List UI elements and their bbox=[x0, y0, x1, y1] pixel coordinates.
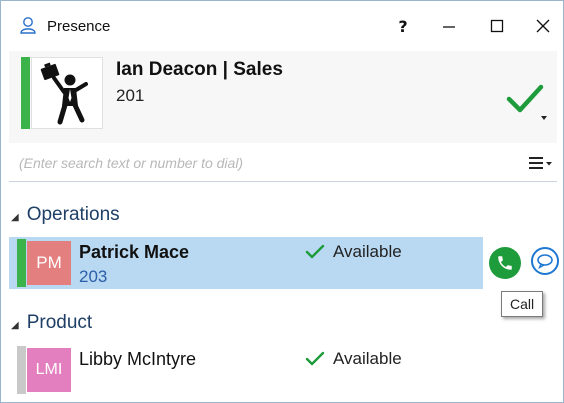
contact-name: Libby McIntyre bbox=[79, 349, 197, 369]
group-header-product[interactable]: ◢ Product bbox=[11, 310, 92, 336]
call-button[interactable] bbox=[489, 247, 521, 279]
person-outline-icon bbox=[20, 17, 36, 34]
hamburger-menu-icon bbox=[529, 157, 552, 169]
contact-row[interactable]: PM Patrick Mace 203 Available bbox=[9, 237, 559, 289]
avatar: LMI bbox=[27, 348, 71, 392]
checkmark-icon bbox=[305, 351, 325, 366]
maximize-button[interactable] bbox=[477, 9, 517, 43]
contact-actions bbox=[483, 237, 559, 289]
businessman-celebrating-icon bbox=[40, 62, 88, 125]
current-user-card: Ian Deacon | Sales 201 bbox=[9, 51, 557, 143]
title-bar: Presence ? bbox=[1, 1, 563, 45]
contact-status-bar bbox=[17, 346, 26, 394]
help-icon[interactable]: ? bbox=[383, 9, 423, 43]
contact-row[interactable]: LMI Libby McIntyre Available bbox=[9, 344, 557, 396]
presence-label: Available bbox=[333, 349, 402, 368]
contact-extension: 203 bbox=[79, 267, 108, 286]
minimize-button[interactable] bbox=[429, 9, 469, 43]
group-name: Operations bbox=[26, 204, 120, 225]
user-extension: 201 bbox=[116, 86, 145, 105]
close-button[interactable] bbox=[523, 9, 563, 43]
phone-icon bbox=[498, 256, 512, 270]
menu-button[interactable] bbox=[525, 151, 555, 175]
minimize-icon bbox=[443, 26, 455, 28]
contact-status-bar bbox=[17, 239, 26, 287]
window-title: Presence bbox=[47, 18, 111, 35]
maximize-icon bbox=[490, 19, 504, 33]
group-header-operations[interactable]: ◢ Operations bbox=[11, 202, 120, 228]
close-icon bbox=[536, 19, 550, 33]
contact-presence: Available bbox=[305, 349, 402, 369]
search-bar bbox=[9, 145, 557, 182]
chat-button[interactable] bbox=[531, 247, 559, 275]
presence-status-button[interactable] bbox=[505, 77, 551, 123]
presence-window: Presence ? Ian Deacon | Sales 201 (Enter… bbox=[0, 0, 564, 403]
presence-label: Available bbox=[333, 242, 402, 261]
contact-name: Patrick Mace bbox=[79, 242, 190, 262]
collapse-arrow-icon: ◢ bbox=[11, 319, 19, 331]
avatar[interactable] bbox=[31, 57, 103, 129]
avatar: PM bbox=[27, 241, 71, 285]
group-name: Product bbox=[26, 312, 93, 333]
checkmark-icon bbox=[305, 244, 325, 259]
user-status-bar bbox=[21, 57, 30, 129]
checkmark-dropdown-icon bbox=[506, 84, 547, 120]
chat-bubble-icon bbox=[537, 254, 553, 269]
call-tooltip: Call bbox=[501, 291, 544, 317]
search-input[interactable] bbox=[9, 149, 509, 177]
contact-presence: Available bbox=[305, 242, 402, 262]
collapse-arrow-icon: ◢ bbox=[11, 211, 19, 223]
user-name: Ian Deacon | Sales bbox=[116, 59, 283, 80]
